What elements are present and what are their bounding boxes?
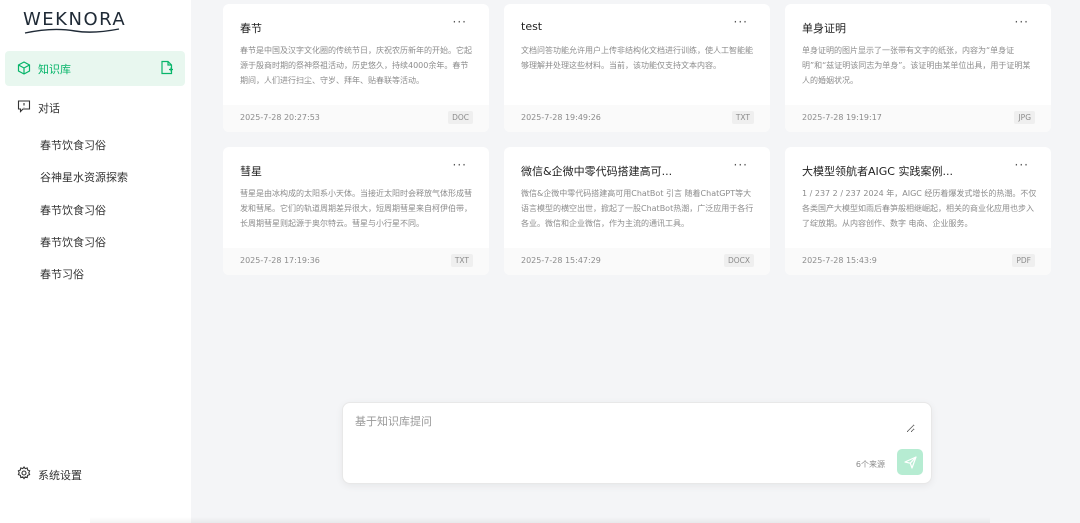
conversation-item[interactable]: 春节饮食习俗	[40, 234, 106, 250]
conversation-item[interactable]: 春节饮食习俗	[40, 202, 106, 218]
file-type-badge: TXT	[731, 111, 754, 124]
card-footer: 2025-7-28 19:19:17 JPG	[785, 105, 1051, 132]
file-type-badge: PDF	[1012, 254, 1035, 267]
nav-settings[interactable]: 系统设置	[5, 463, 185, 485]
card-title: 春节	[240, 22, 262, 35]
card-description: 单身证明的图片显示了一张带有文字的纸张，内容为“单身证明”和“兹证明该同志为单身…	[802, 46, 1031, 85]
logo-swoosh-icon	[24, 28, 120, 34]
sidebar: WEKNORA 知识库 对话 春节饮食习俗 谷神星水资源探索 春节饮食习俗 春节…	[0, 0, 191, 523]
bottom-shadow	[90, 517, 990, 523]
card-date: 2025-7-28 17:19:36	[240, 256, 320, 265]
card-description: 微信&企微中零代码搭建高可用ChatBot 引言 随着ChatGPT等大语言模型…	[521, 189, 754, 228]
send-icon	[903, 455, 917, 469]
card-footer: 2025-7-28 19:49:26 TXT	[504, 105, 770, 132]
ask-box: 6个来源	[342, 402, 932, 484]
knowledge-card[interactable]: 彗星 ··· 彗星是由冰构成的太阳系小天体。当接近太阳时会释放气体形成彗发和彗尾…	[223, 147, 489, 275]
more-icon[interactable]: ···	[734, 158, 748, 172]
card-footer: 2025-7-28 15:43:9 PDF	[785, 248, 1051, 275]
conversation-item[interactable]: 谷神星水资源探索	[40, 169, 128, 185]
cube-icon	[17, 61, 31, 75]
nav-knowledge-base-label: 知识库	[38, 63, 71, 76]
file-type-badge: DOC	[448, 111, 473, 124]
nav-chat[interactable]: 对话	[5, 96, 185, 118]
file-type-badge: DOCX	[723, 254, 754, 267]
card-date: 2025-7-28 19:19:17	[802, 113, 882, 122]
card-date: 2025-7-28 15:47:29	[521, 256, 601, 265]
card-date: 2025-7-28 19:49:26	[521, 113, 601, 122]
knowledge-card[interactable]: test ··· 文档问答功能允许用户上传非结构化文档进行训练，使人工智能能够理…	[504, 4, 770, 132]
conversation-item[interactable]: 春节习俗	[40, 266, 84, 282]
chat-bubble-icon	[17, 100, 31, 113]
file-type-badge: JPG	[1014, 111, 1035, 124]
gear-icon	[17, 466, 31, 480]
card-date: 2025-7-28 20:27:53	[240, 113, 320, 122]
card-description: 文档问答功能允许用户上传非结构化文档进行训练，使人工智能能够理解并处理这些材料。…	[521, 46, 753, 70]
nav-knowledge-base[interactable]: 知识库	[5, 51, 185, 86]
file-type-badge: TXT	[450, 254, 473, 267]
add-file-icon[interactable]	[160, 60, 174, 75]
card-description: 春节是中国及汉字文化圈的传统节日，庆祝农历新年的开始。它起源于殷商时期的祭神祭祖…	[240, 46, 472, 85]
send-button[interactable]	[897, 449, 923, 475]
card-title: test	[521, 20, 543, 33]
card-title: 微信&企微中零代码搭建高可...	[521, 165, 673, 178]
knowledge-card[interactable]: 单身证明 ··· 单身证明的图片显示了一张带有文字的纸张，内容为“单身证明”和“…	[785, 4, 1051, 132]
card-title: 单身证明	[802, 22, 846, 35]
nav-settings-label: 系统设置	[38, 469, 82, 482]
knowledge-card[interactable]: 大模型领航者AIGC 实践案例... ··· 1 / 237 2 / 237 2…	[785, 147, 1051, 275]
knowledge-card[interactable]: 微信&企微中零代码搭建高可... ··· 微信&企微中零代码搭建高可用ChatB…	[504, 147, 770, 275]
card-description: 1 / 237 2 / 237 2024 年，AIGC 经历着爆发式增长的热潮。…	[802, 189, 1037, 228]
sources-count[interactable]: 6个来源	[856, 459, 885, 470]
more-icon[interactable]: ···	[1015, 158, 1029, 172]
knowledge-card[interactable]: 春节 ··· 春节是中国及汉字文化圈的传统节日，庆祝农历新年的开始。它起源于殷商…	[223, 4, 489, 132]
card-title: 大模型领航者AIGC 实践案例...	[802, 165, 953, 178]
card-footer: 2025-7-28 20:27:53 DOC	[223, 105, 489, 132]
more-icon[interactable]: ···	[453, 158, 467, 172]
card-title: 彗星	[240, 165, 262, 178]
nav-chat-label: 对话	[38, 102, 60, 115]
card-footer: 2025-7-28 15:47:29 DOCX	[504, 248, 770, 275]
more-icon[interactable]: ···	[453, 15, 467, 29]
card-date: 2025-7-28 15:43:9	[802, 256, 877, 265]
card-footer: 2025-7-28 17:19:36 TXT	[223, 248, 489, 275]
more-icon[interactable]: ···	[734, 15, 748, 29]
card-description: 彗星是由冰构成的太阳系小天体。当接近太阳时会释放气体形成彗发和彗尾。它们的轨道周…	[240, 189, 472, 228]
more-icon[interactable]: ···	[1015, 15, 1029, 29]
conversation-item[interactable]: 春节饮食习俗	[40, 137, 106, 153]
question-input[interactable]	[355, 413, 915, 433]
